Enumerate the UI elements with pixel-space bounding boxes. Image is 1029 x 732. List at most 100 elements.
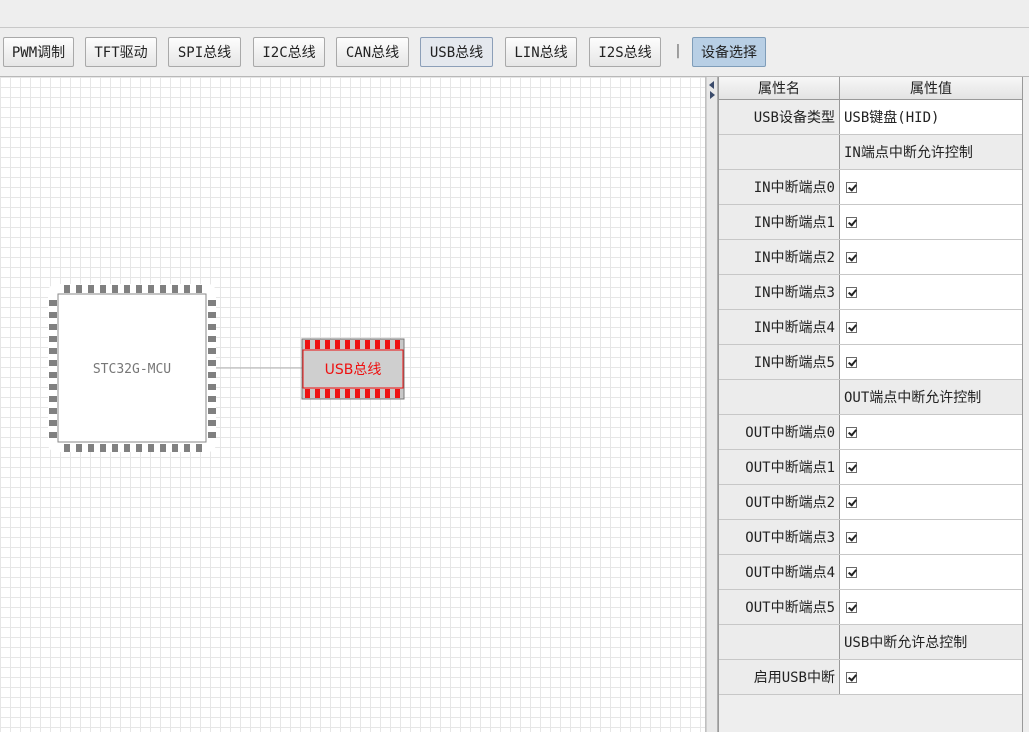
property-row[interactable]: IN中断端点1	[719, 205, 1022, 240]
property-row[interactable]: IN中断端点5	[719, 345, 1022, 380]
mcu-pin	[112, 285, 118, 293]
usb-block-pin	[365, 340, 370, 349]
can-button[interactable]: CAN总线	[336, 37, 409, 67]
mcu-pin	[208, 432, 216, 438]
property-value[interactable]	[840, 345, 1022, 379]
checkbox-checked-icon[interactable]	[846, 531, 857, 543]
property-value[interactable]	[840, 485, 1022, 519]
property-row[interactable]: IN中断端点0	[719, 170, 1022, 205]
property-value[interactable]	[840, 450, 1022, 484]
property-row[interactable]: OUT中断端点1	[719, 450, 1022, 485]
property-row[interactable]: IN端点中断允许控制	[719, 135, 1022, 170]
spi-button[interactable]: SPI总线	[168, 37, 241, 67]
property-value[interactable]	[840, 590, 1022, 624]
mcu-pin	[124, 444, 130, 452]
property-row[interactable]: OUT中断端点3	[719, 520, 1022, 555]
checkbox-checked-icon[interactable]	[846, 426, 857, 438]
tft-button[interactable]: TFT驱动	[85, 37, 157, 67]
property-value[interactable]	[840, 415, 1022, 449]
property-row[interactable]: OUT中断端点2	[719, 485, 1022, 520]
property-value[interactable]	[840, 205, 1022, 239]
mcu-pin	[160, 444, 166, 452]
property-row[interactable]: IN中断端点2	[719, 240, 1022, 275]
mcu-pin	[208, 348, 216, 354]
usb-block-pin	[335, 389, 340, 398]
property-value[interactable]	[840, 310, 1022, 344]
mcu-pin	[100, 444, 106, 452]
property-value[interactable]	[840, 660, 1022, 694]
panel-splitter[interactable]	[706, 77, 718, 732]
property-row[interactable]: OUT端点中断允许控制	[719, 380, 1022, 415]
property-row[interactable]: 启用USB中断	[719, 660, 1022, 695]
mcu-pin	[124, 285, 130, 293]
mcu-pin	[49, 348, 57, 354]
usb-block-pin	[305, 389, 310, 398]
mcu-pin	[88, 444, 94, 452]
property-name: OUT中断端点5	[719, 590, 840, 624]
property-row[interactable]: IN中断端点4	[719, 310, 1022, 345]
checkbox-checked-icon[interactable]	[846, 496, 857, 508]
property-value: IN端点中断允许控制	[840, 135, 1022, 169]
property-value[interactable]	[840, 275, 1022, 309]
mcu-pin	[49, 432, 57, 438]
usb-block-pin	[385, 340, 390, 349]
usb-block-pin	[325, 389, 330, 398]
checkbox-checked-icon[interactable]	[846, 216, 857, 228]
checkbox-checked-icon[interactable]	[846, 251, 857, 263]
mcu-pin	[208, 324, 216, 330]
mcu-pin	[208, 300, 216, 306]
i2s-button[interactable]: I2S总线	[589, 37, 661, 67]
property-value: OUT端点中断允许控制	[840, 380, 1022, 414]
property-value[interactable]	[840, 170, 1022, 204]
property-value[interactable]: USB键盘(HID)	[840, 100, 1022, 134]
property-value[interactable]	[840, 240, 1022, 274]
property-value: USB中断允许总控制	[840, 625, 1022, 659]
property-name-header[interactable]: 属性名	[719, 77, 840, 99]
pwm-button[interactable]: PWM调制	[3, 37, 74, 67]
usb-block-pin	[355, 389, 360, 398]
i2c-button[interactable]: I2C总线	[253, 37, 325, 67]
mcu-pin	[208, 384, 216, 390]
usb-block[interactable]: USB总线	[301, 338, 405, 400]
checkbox-checked-icon[interactable]	[846, 321, 857, 333]
property-row[interactable]: USB设备类型 USB键盘(HID)	[719, 100, 1022, 135]
checkbox-checked-icon[interactable]	[846, 286, 857, 298]
mcu-chip[interactable]: STC32G-MCU	[48, 284, 216, 452]
property-row[interactable]: USB中断允许总控制	[719, 625, 1022, 660]
usb-button[interactable]: USB总线	[420, 37, 493, 67]
lin-button[interactable]: LIN总线	[505, 37, 577, 67]
checkbox-checked-icon[interactable]	[846, 181, 857, 193]
checkbox-checked-icon[interactable]	[846, 671, 857, 683]
property-name: IN中断端点1	[719, 205, 840, 239]
checkbox-checked-icon[interactable]	[846, 356, 857, 368]
property-row[interactable]: OUT中断端点4	[719, 555, 1022, 590]
checkbox-checked-icon[interactable]	[846, 601, 857, 613]
mcu-pin	[49, 372, 57, 378]
property-value-header[interactable]: 属性值	[840, 77, 1022, 99]
usb-block-pin	[375, 340, 380, 349]
property-name	[719, 380, 840, 414]
checkbox-checked-icon[interactable]	[846, 566, 857, 578]
mcu-pin	[208, 396, 216, 402]
mcu-pin	[64, 285, 70, 293]
splitter-expand-right-icon[interactable]	[710, 91, 715, 99]
device-select-button[interactable]: 设备选择	[692, 37, 766, 67]
property-value[interactable]	[840, 520, 1022, 554]
property-row[interactable]: OUT中断端点0	[719, 415, 1022, 450]
property-name	[719, 625, 840, 659]
design-canvas[interactable]: STC32G-MCU USB总线	[0, 77, 706, 732]
property-name: IN中断端点2	[719, 240, 840, 274]
mcu-pin	[49, 408, 57, 414]
mcu-pin	[136, 444, 142, 452]
checkbox-checked-icon[interactable]	[846, 461, 857, 473]
property-value[interactable]	[840, 555, 1022, 589]
property-row[interactable]: IN中断端点3	[719, 275, 1022, 310]
mcu-pin	[208, 372, 216, 378]
property-row[interactable]: OUT中断端点5	[719, 590, 1022, 625]
mcu-label: STC32G-MCU	[93, 362, 171, 377]
splitter-collapse-left-icon[interactable]	[709, 81, 714, 89]
usb-block-pin	[385, 389, 390, 398]
mcu-pin	[184, 285, 190, 293]
property-table-body: USB设备类型 USB键盘(HID) IN端点中断允许控制 IN中断端点0 IN中断端点…	[719, 100, 1022, 695]
mcu-pin	[76, 285, 82, 293]
